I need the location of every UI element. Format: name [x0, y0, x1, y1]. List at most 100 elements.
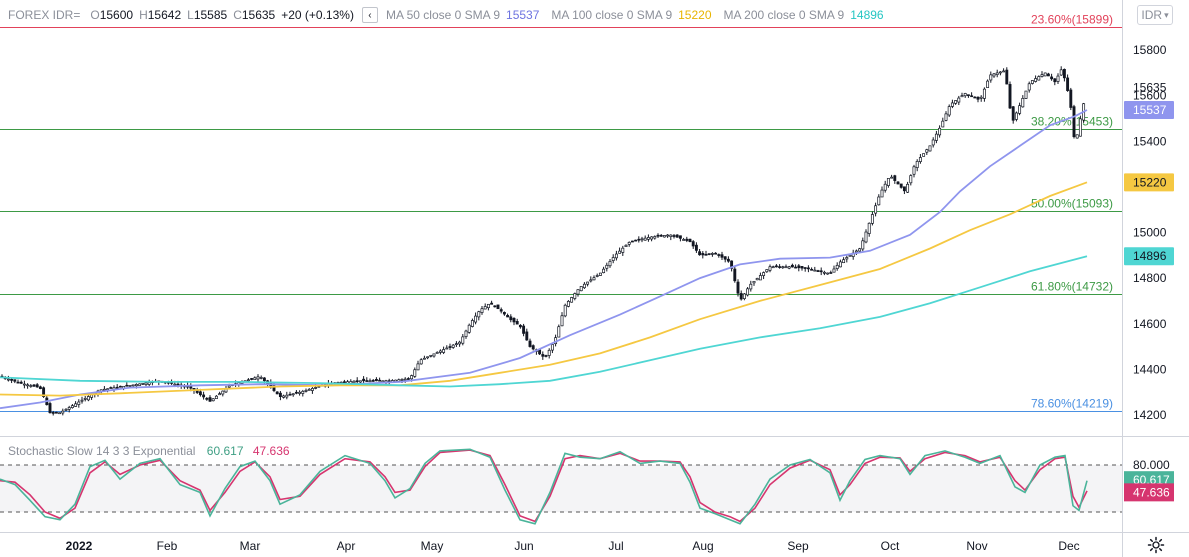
candle-body: [442, 349, 446, 353]
candle-body: [1040, 74, 1044, 77]
candle-body: [618, 250, 622, 254]
candle-body: [928, 145, 932, 152]
candle-body: [973, 96, 977, 99]
candle-body: [1021, 98, 1025, 108]
gear-icon[interactable]: [1147, 536, 1165, 554]
candle-body: [861, 240, 865, 250]
candle-body: [842, 259, 846, 264]
stochastic-pane[interactable]: [0, 448, 1122, 525]
candle-body: [480, 308, 484, 313]
candle-body: [614, 253, 618, 259]
candle-body: [822, 271, 826, 274]
time-tick-label: Sep: [787, 539, 809, 553]
candle-body: [954, 100, 958, 104]
candle-body: [893, 175, 897, 181]
candle-body: [147, 382, 151, 385]
candle-body: [611, 257, 615, 261]
symbol-box[interactable]: IDR ▾: [1137, 5, 1173, 25]
candle-body: [550, 344, 554, 351]
candle-body: [909, 175, 913, 184]
candle-body: [573, 293, 577, 299]
candle-body: [710, 253, 714, 255]
low-value: 15585: [193, 8, 228, 22]
stochastic-d-badge-label: 47.636: [1133, 485, 1170, 499]
candle-body: [595, 275, 599, 277]
candle-body: [819, 270, 823, 273]
price-tick-label: 15800: [1133, 43, 1167, 57]
candle-body: [560, 315, 564, 327]
time-tick-label: Apr: [337, 539, 356, 553]
symbol-box-label: IDR: [1141, 8, 1163, 22]
ma-value-badge-label: 15220: [1133, 175, 1167, 189]
candle-body: [918, 157, 922, 162]
candle-body: [477, 311, 481, 318]
candle-body: [938, 127, 942, 136]
time-tick-label: Oct: [881, 539, 900, 553]
candle-body: [947, 106, 951, 116]
candle-body: [694, 244, 698, 251]
candle-body: [678, 235, 682, 239]
candle-body: [733, 268, 737, 282]
candle-body: [899, 183, 903, 188]
high-value: 15642: [147, 8, 182, 22]
candle-body: [365, 380, 369, 382]
candle-body: [461, 336, 465, 344]
candle-body: [410, 375, 414, 380]
candle-body: [515, 321, 519, 325]
time-tick-label: Jun: [514, 539, 533, 553]
candle-body: [582, 283, 586, 289]
candle-body: [486, 303, 490, 309]
candle-body: [813, 269, 817, 272]
ma200-value: 14896: [850, 8, 884, 22]
candle-body: [1034, 78, 1038, 82]
candle-body: [832, 268, 836, 273]
candle-body: [288, 393, 292, 396]
candle-body: [1053, 78, 1057, 83]
collapse-legend-button[interactable]: ‹: [361, 7, 378, 23]
candle-body: [1059, 69, 1063, 76]
low-key: L: [187, 8, 194, 22]
ma-value-badge-label: 15537: [1133, 103, 1167, 117]
candle-body: [51, 412, 55, 414]
candle-body: [982, 88, 986, 99]
symbol-label: FOREX IDR=: [8, 8, 81, 22]
candle-body: [246, 379, 250, 382]
candle-body: [358, 380, 362, 383]
candle-body: [989, 74, 993, 81]
candle-body: [1075, 134, 1079, 139]
ma200-label: MA 200 close 0 SMA 9: [723, 8, 845, 22]
candle-body: [650, 236, 654, 240]
candle-body: [1050, 76, 1054, 80]
candle-body: [963, 93, 967, 97]
fib-level-label: 78.60%(14219): [1031, 397, 1113, 411]
candle-body: [739, 293, 743, 300]
candle-body: [80, 399, 84, 402]
candle-body: [304, 390, 308, 392]
open-key: O: [90, 8, 100, 22]
candle-body: [742, 293, 746, 299]
candle-body: [586, 281, 590, 285]
candle-body: [256, 376, 260, 380]
candle-body: [64, 408, 68, 411]
candle-body: [198, 391, 202, 396]
candle-body: [451, 344, 455, 348]
candle-body: [1056, 75, 1060, 82]
candle-body: [19, 381, 23, 384]
candle-body: [659, 234, 663, 237]
candle-body: [301, 390, 305, 394]
main-pane[interactable]: 23.60%(15899)38.20%(15453)50.00%(15093)6…: [0, 13, 1122, 416]
candle-body: [906, 183, 910, 193]
candle-body: [778, 266, 782, 268]
candle-body: [54, 411, 58, 414]
candle-body: [598, 272, 602, 276]
candle-body: [134, 384, 138, 387]
candle-body: [774, 265, 778, 268]
candle-body: [458, 341, 462, 345]
open-value: 15600: [99, 8, 134, 22]
candle-body: [1037, 76, 1041, 81]
candle-body: [576, 289, 580, 295]
price-chart[interactable]: 23.60%(15899)38.20%(15453)50.00%(15093)6…: [0, 0, 1189, 557]
candle-body: [579, 286, 583, 292]
candle-body: [781, 266, 785, 269]
candle-body: [563, 304, 567, 317]
